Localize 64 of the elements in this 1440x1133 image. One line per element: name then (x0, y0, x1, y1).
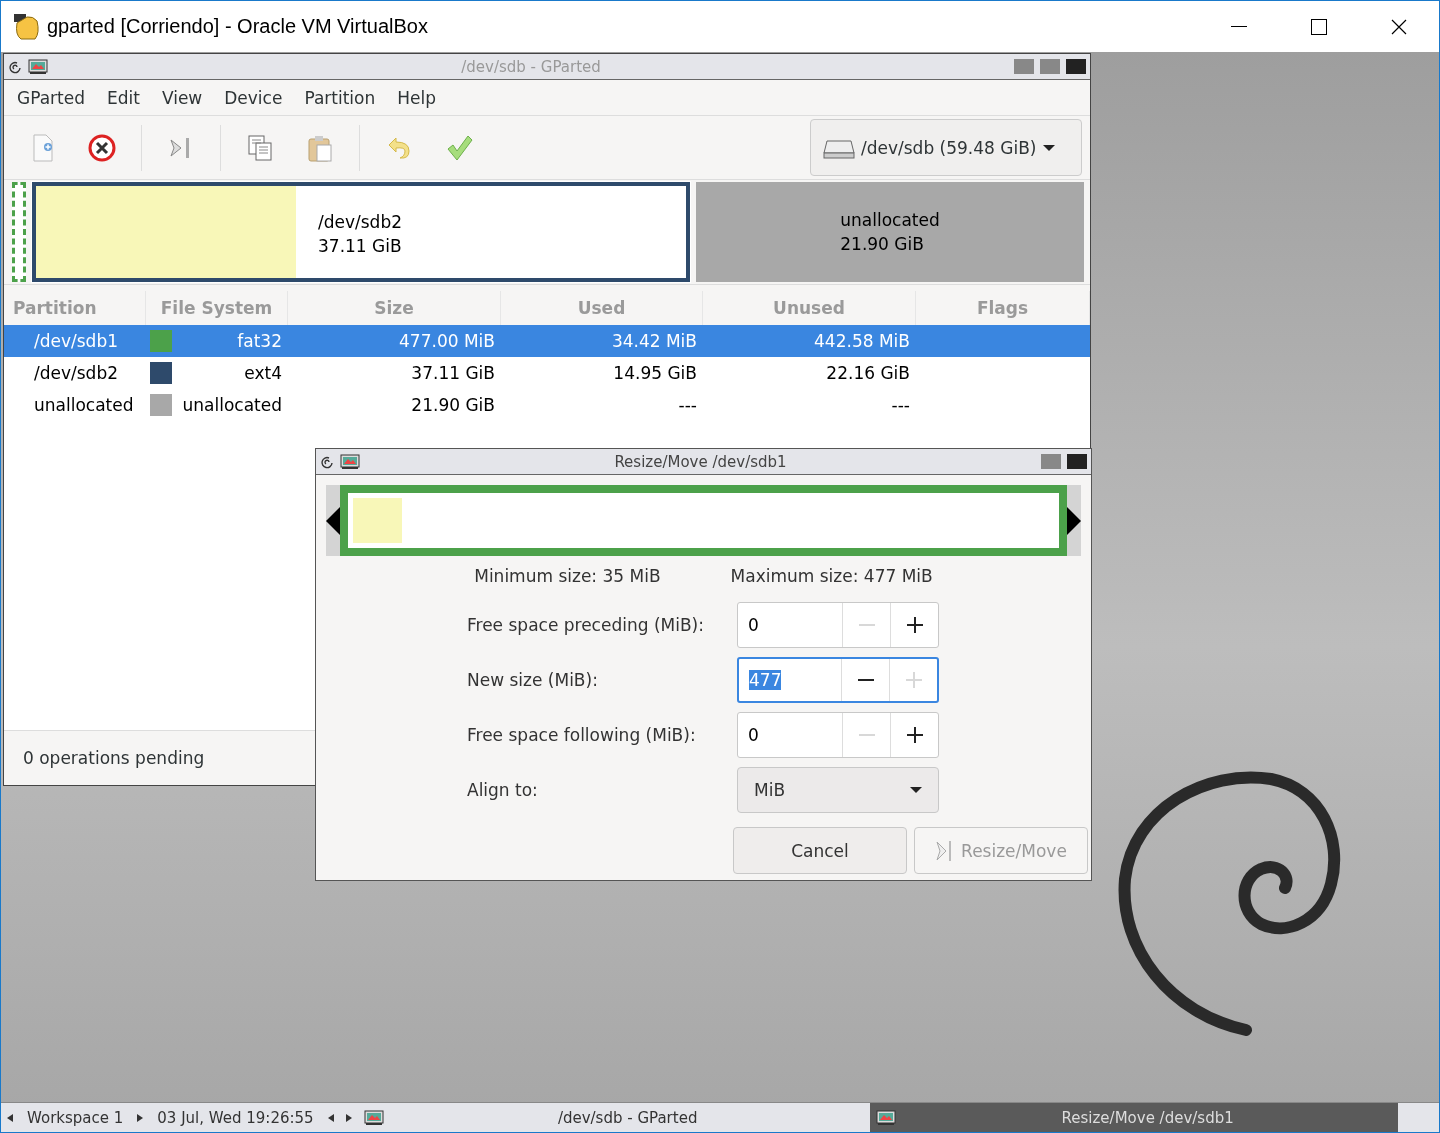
table-cell: unallocated (182, 395, 282, 415)
minimum-size-text: Minimum size: 35 MiB (474, 566, 661, 586)
spin-field[interactable]: 0 (737, 712, 939, 758)
spiral-icon (8, 59, 22, 74)
table-cell: fat32 (237, 331, 282, 351)
table-cell: 442.58 MiB (703, 325, 916, 357)
dialog-title: Resize/Move /dev/sdb1 (613, 452, 788, 471)
field-label: Free space following (MiB): (467, 725, 697, 745)
table-cell-text: 14.95 GiB (612, 362, 698, 385)
clock-text: 03 Jul, Wed 19:26:55 (156, 1108, 315, 1127)
window-title: gparted [Corriendo] - Oracle VM VirtualBox (47, 15, 429, 38)
plus-icon (905, 672, 922, 688)
window-title: /dev/sdb - GParted (460, 57, 602, 76)
app-icon (363, 1109, 384, 1126)
table-cell-text: 37.11 GiB (410, 362, 496, 385)
table-cell: 477.00 MiB (288, 325, 501, 357)
partition-block[interactable]: /dev/sdb2 37.11 GiB (32, 182, 690, 282)
unallocated-block[interactable]: unallocated 21.90 GiB (696, 182, 1084, 282)
field-label: Free space preceding (MiB): (467, 615, 705, 635)
status-text: 0 operations pending (23, 748, 205, 768)
right-arrow-icon[interactable] (343, 1112, 354, 1123)
minus-icon (858, 624, 875, 626)
table-cell: 34.42 MiB (501, 325, 703, 357)
spiral-icon (320, 454, 334, 469)
maximum-size-text: Maximum size: 477 MiB (730, 566, 933, 586)
menu-item[interactable]: GParted (6, 87, 96, 108)
device-selector[interactable]: /dev/sdb (59.48 GiB) (810, 119, 1082, 176)
app-icon (13, 12, 41, 41)
dialog-button[interactable]: Cancel (733, 827, 907, 874)
caret-icon (1042, 143, 1055, 152)
table-cell[interactable]: /dev/sdb1 (4, 325, 146, 357)
plus-icon (906, 617, 923, 633)
table-cell: ext4 (244, 363, 282, 383)
table-cell-text: --- (890, 394, 911, 417)
app-icon (875, 1109, 896, 1126)
table-cell[interactable]: /dev/sdb2 (4, 357, 146, 389)
app-icon (28, 58, 48, 75)
table-cell-text: --- (677, 394, 698, 417)
left-arrow-icon[interactable] (5, 1112, 15, 1123)
partition-label: /dev/sdb2 37.11 GiB (318, 211, 403, 258)
menu-item[interactable]: Help (386, 87, 447, 108)
taskbar-item[interactable]: Resize/Move /dev/sdb1 (869, 1103, 1398, 1132)
app-icon (340, 453, 360, 470)
menu-item[interactable]: Device (213, 87, 294, 108)
field-label: New size (MiB): (467, 670, 599, 690)
close-icon[interactable] (1391, 18, 1407, 35)
menu-item[interactable]: View (150, 87, 214, 108)
table-cell-text: 22.16 GiB (825, 362, 911, 385)
table-cell[interactable]: unallocated (4, 389, 146, 421)
minus-icon (857, 679, 874, 681)
table-cell-text: 21.90 GiB (410, 394, 496, 417)
minimize-icon[interactable] (1231, 25, 1247, 28)
minus-icon (858, 734, 875, 736)
field-label: Align to: (467, 780, 539, 800)
plus-icon (906, 727, 923, 743)
menu-item[interactable]: Partition (293, 87, 387, 108)
menu-item[interactable]: Edit (96, 87, 151, 108)
workspace-label[interactable]: Workspace 1 (19, 1108, 132, 1127)
align-dropdown[interactable]: MiB (737, 767, 939, 813)
taskbar-item[interactable]: /dev/sdb - GParted (357, 1103, 870, 1132)
partition-block[interactable] (12, 182, 26, 282)
maximize-icon[interactable] (1311, 18, 1327, 35)
spin-field[interactable]: 0 (737, 602, 939, 648)
spin-field[interactable]: 477 (737, 657, 939, 703)
